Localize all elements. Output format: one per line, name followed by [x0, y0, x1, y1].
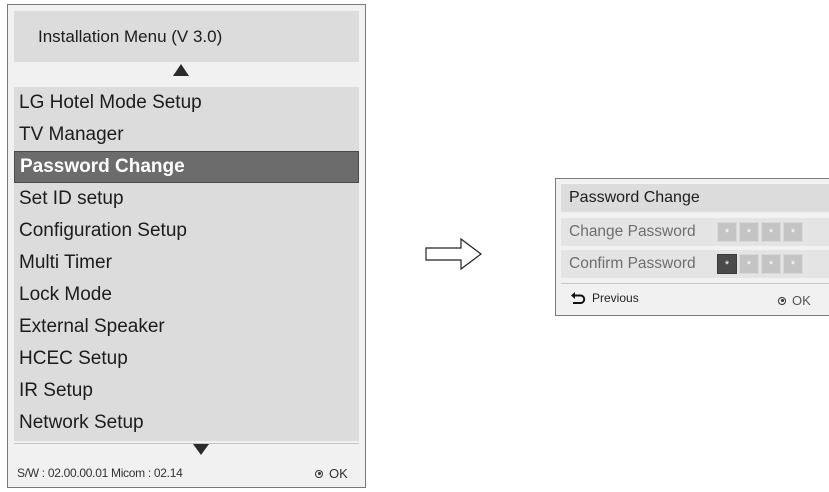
flow-arrow-icon — [425, 237, 482, 271]
change-password-row: Change Password * * * * — [561, 218, 829, 246]
menu-ok-hint[interactable]: OK — [315, 466, 348, 481]
change-password-digit-2[interactable]: * — [739, 222, 759, 242]
previous-label: Previous — [592, 291, 639, 305]
menu-item-lock-mode[interactable]: Lock Mode — [14, 279, 359, 311]
ok-button-icon — [315, 469, 323, 478]
installation-menu: Installation Menu (V 3.0) LG Hotel Mode … — [7, 4, 366, 488]
confirm-password-label: Confirm Password — [569, 255, 696, 272]
confirm-password-digit-2[interactable]: * — [739, 254, 759, 274]
menu-item-hcec-setup[interactable]: HCEC Setup — [14, 343, 359, 375]
dialog-title: Password Change — [561, 184, 829, 212]
software-version: S/W : 02.00.00.01 Micom : 02.14 — [17, 466, 183, 480]
confirm-password-row: Confirm Password * * * * — [561, 250, 829, 278]
scroll-up-arrow-icon[interactable] — [173, 64, 189, 76]
menu-item-configuration-setup[interactable]: Configuration Setup — [14, 215, 359, 247]
scroll-down-arrow-icon[interactable] — [193, 444, 209, 455]
menu-ok-label: OK — [329, 466, 348, 481]
menu-item-ir-setup[interactable]: IR Setup — [14, 375, 359, 407]
menu-item-multi-timer[interactable]: Multi Timer — [14, 247, 359, 279]
menu-item-set-id-setup[interactable]: Set ID setup — [14, 183, 359, 215]
menu-item-external-speaker[interactable]: External Speaker — [14, 311, 359, 343]
menu-title: Installation Menu (V 3.0) — [14, 11, 359, 62]
ok-button-icon — [778, 296, 786, 305]
confirm-password-digit-1[interactable]: * — [717, 254, 737, 274]
previous-button[interactable]: Previous — [570, 291, 639, 305]
confirm-password-digit-3[interactable]: * — [761, 254, 781, 274]
back-arrow-icon — [571, 291, 586, 304]
menu-list: LG Hotel Mode Setup TV Manager Password … — [14, 87, 359, 441]
menu-item-password-change[interactable]: Password Change — [14, 151, 359, 183]
menu-item-network-setup[interactable]: Network Setup — [14, 407, 359, 439]
change-password-label: Change Password — [569, 223, 696, 240]
dialog-ok-label: OK — [792, 293, 811, 308]
confirm-password-digit-4[interactable]: * — [783, 254, 803, 274]
change-password-digit-1[interactable]: * — [717, 222, 737, 242]
password-change-dialog: Password Change Change Password * * * * … — [555, 178, 829, 316]
menu-item-tv-manager[interactable]: TV Manager — [14, 119, 359, 151]
dialog-ok-hint[interactable]: OK — [778, 293, 811, 308]
change-password-digit-3[interactable]: * — [761, 222, 781, 242]
menu-footer-divider — [14, 443, 359, 444]
menu-item-lg-hotel-mode-setup[interactable]: LG Hotel Mode Setup — [14, 87, 359, 119]
dialog-footer-divider — [561, 283, 829, 284]
change-password-digit-4[interactable]: * — [783, 222, 803, 242]
